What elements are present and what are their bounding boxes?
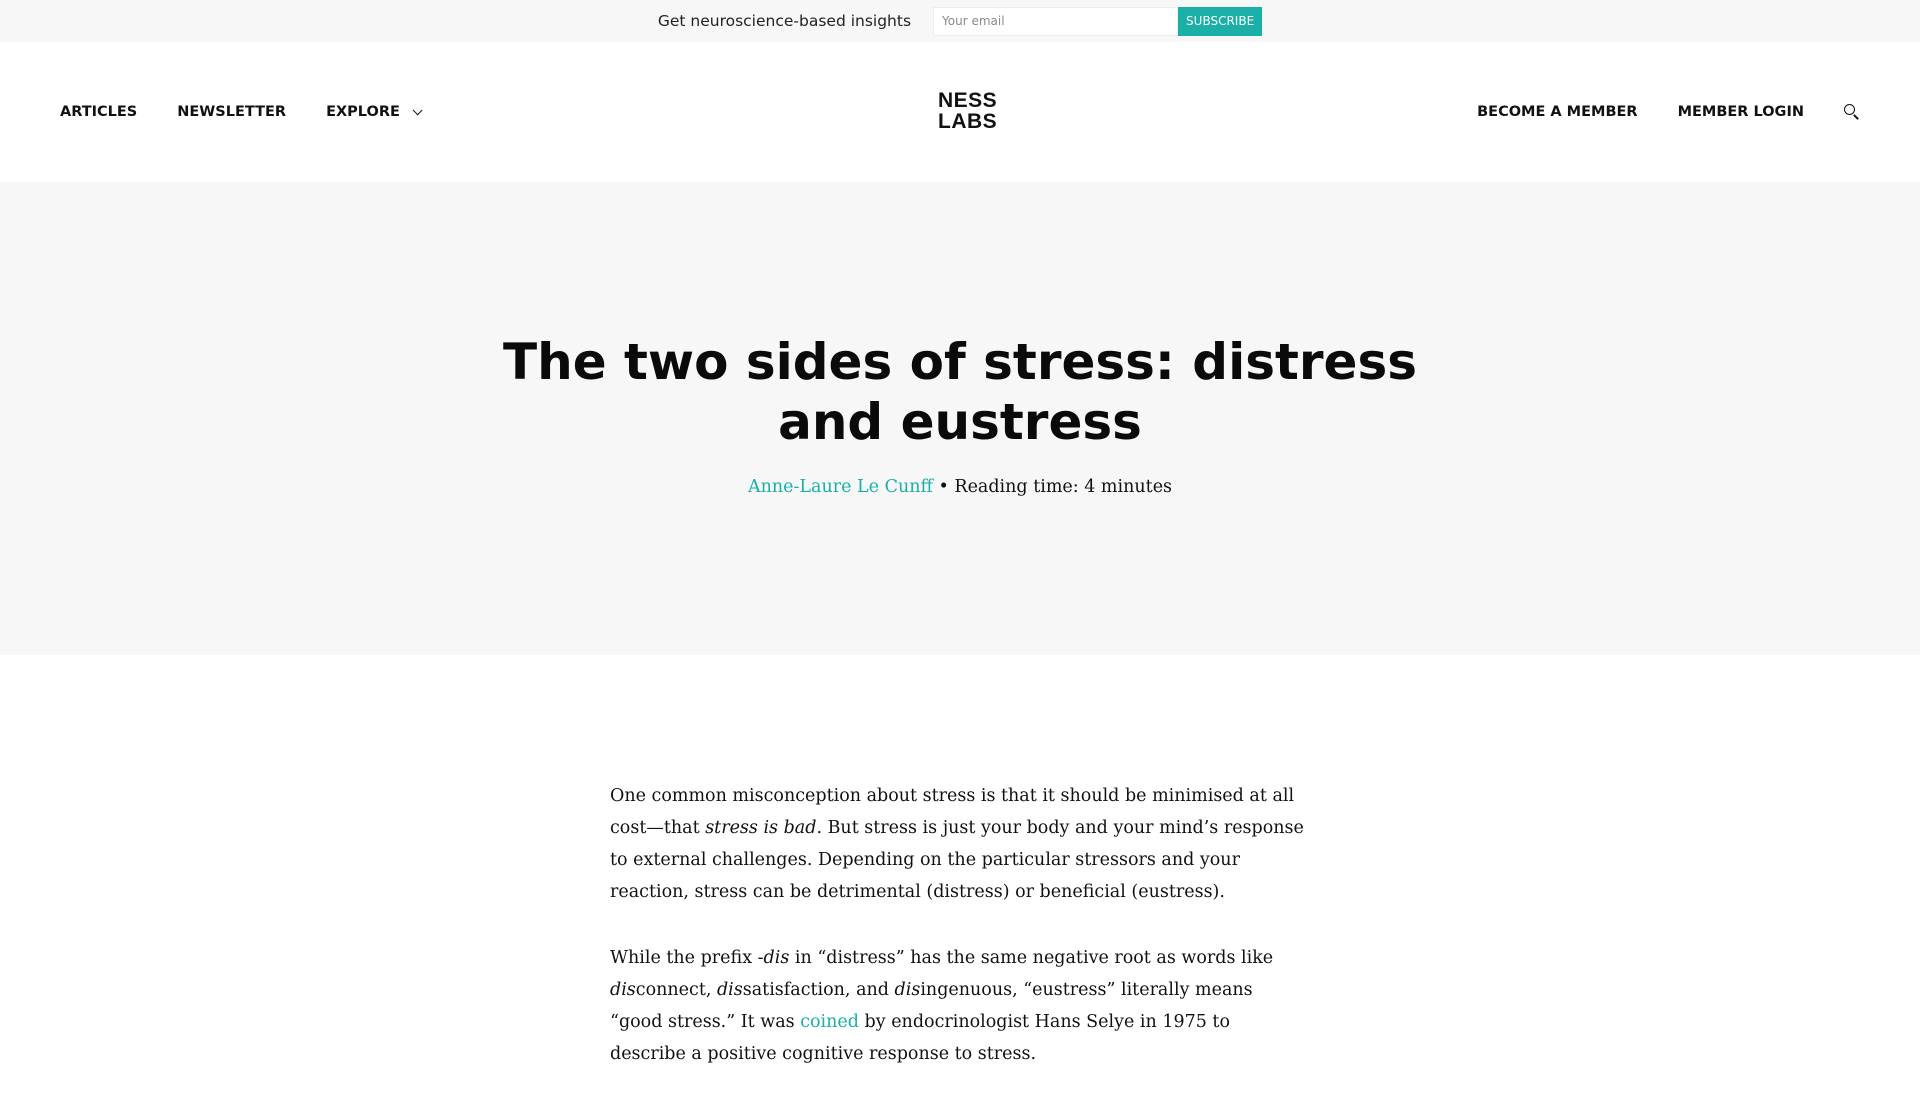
article-paragraph-1: One common misconception about stress is… [610,780,1310,908]
logo-line-1: NESS [938,89,998,112]
reading-time: Reading time: 4 minutes [954,477,1173,497]
search-icon[interactable] [1844,104,1860,120]
nav-explore[interactable]: EXPLORE [326,104,423,120]
site-logo[interactable]: NESS LABS [938,89,998,133]
p2-text-d: satisfaction, and [742,980,895,1000]
chevron-down-icon [412,104,423,115]
p2-emphasis-4: dis [894,980,921,1000]
newsletter-prompt: Get neuroscience-based insights [657,12,912,30]
p2-text-b: in “distress” has the same negative root… [789,948,1274,968]
logo-line-2: LABS [938,110,998,133]
site-header: ARTICLES NEWSLETTER EXPLORE NESS LABS BE… [0,42,1920,182]
nav-explore-label: EXPLORE [326,104,400,120]
coined-link[interactable]: coined [800,1012,859,1032]
p2-text-c: connect, [635,980,717,1000]
meta-separator: • [932,477,955,497]
subscribe-button[interactable]: SUBSCRIBE [1178,6,1263,36]
nav-articles[interactable]: ARTICLES [60,104,137,120]
primary-nav: ARTICLES NEWSLETTER EXPLORE [60,42,459,182]
p2-emphasis-1: dis [763,948,790,968]
p1-emphasis: stress is bad [705,818,817,838]
article-meta: Anne-Laure Le Cunff • Reading time: 4 mi… [460,477,1460,497]
p2-emphasis-3: dis [716,980,743,1000]
p2-text-a: While the prefix - [610,948,764,968]
member-login-link[interactable]: MEMBER LOGIN [1678,104,1804,120]
search-icon-ring [1844,104,1855,115]
page-title: The two sides of stress: distress and eu… [503,333,1417,451]
article-body: One common misconception about stress is… [610,780,1310,1104]
article-hero: The two sides of stress: distress and eu… [0,182,1920,655]
article-paragraph-2: While the prefix -dis in “distress” has … [610,942,1310,1070]
p2-emphasis-2: dis [610,980,636,1000]
email-input[interactable] [933,6,1179,36]
account-nav: BECOME A MEMBER MEMBER LOGIN [1437,42,1860,182]
author-link[interactable]: Anne-Laure Le Cunff [748,477,933,497]
search-icon-handle [1853,114,1859,120]
become-member-link[interactable]: BECOME A MEMBER [1477,104,1637,120]
top-newsletter-bar: Get neuroscience-based insights SUBSCRIB… [0,0,1920,42]
nav-newsletter[interactable]: NEWSLETTER [177,104,286,120]
